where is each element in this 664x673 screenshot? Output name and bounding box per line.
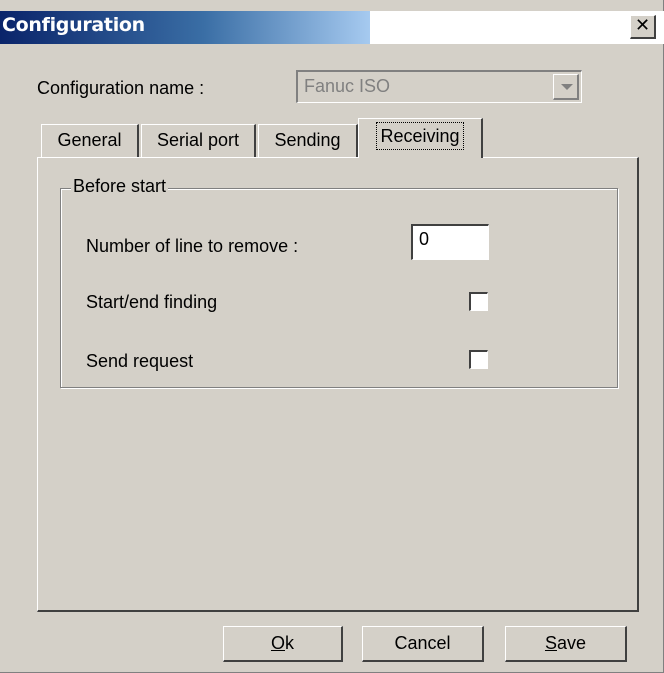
save-button[interactable]: Save [505, 626, 627, 662]
save-label-rest: ave [556, 633, 587, 653]
send-request-checkbox[interactable] [469, 350, 488, 369]
receiving-tab-panel: Before start Number of line to remove : … [37, 157, 639, 612]
configuration-dialog: Configuration ✕ Configuration name : Fan… [0, 0, 664, 673]
start-end-finding-checkbox[interactable] [469, 292, 488, 311]
lines-to-remove-value: 0 [419, 229, 430, 249]
tab-serial-port[interactable]: Serial port [141, 124, 256, 157]
save-mnemonic: S [544, 633, 557, 653]
close-button[interactable]: ✕ [630, 15, 656, 39]
tab-serial-port-label: Serial port [156, 130, 240, 150]
start-end-finding-label: Start/end finding [86, 292, 218, 312]
title-bar: Configuration ✕ [0, 11, 664, 44]
tab-general-label: General [57, 130, 122, 150]
lines-to-remove-label: Number of line to remove : [86, 236, 299, 256]
tab-sending-label: Sending [274, 130, 341, 150]
tab-sending[interactable]: Sending [258, 124, 358, 157]
ok-mnemonic: O [270, 633, 285, 653]
cancel-label: Cancel [394, 633, 451, 653]
dropdown-button[interactable] [553, 74, 579, 100]
tab-receiving[interactable]: Receiving [358, 118, 483, 158]
chevron-down-icon [561, 84, 573, 90]
ok-label-rest: k [285, 633, 294, 653]
send-request-label: Send request [86, 351, 194, 371]
tab-receiving-label: Receiving [376, 122, 464, 150]
configuration-name-label: Configuration name : [37, 78, 205, 98]
window-title: Configuration [2, 14, 145, 36]
close-icon: ✕ [634, 15, 651, 36]
ok-button[interactable]: Ok [223, 626, 343, 662]
cancel-button[interactable]: Cancel [362, 626, 484, 662]
tab-general[interactable]: General [41, 124, 139, 157]
before-start-group: Before start Number of line to remove : … [60, 176, 618, 388]
lines-to-remove-input[interactable]: 0 [411, 224, 489, 260]
before-start-group-label: Before start [71, 176, 169, 197]
configuration-name-select[interactable]: Fanuc ISO [296, 70, 582, 103]
configuration-name-value: Fanuc ISO [304, 76, 391, 96]
